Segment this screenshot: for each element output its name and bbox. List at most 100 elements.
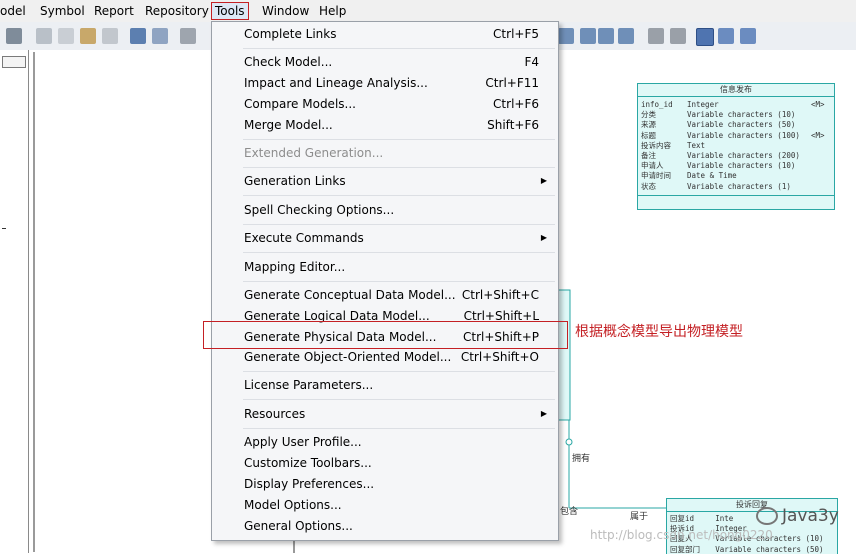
entity-row: 申请人 Variable characters (10) <box>638 161 834 171</box>
attr-type: Variable characters (200) <box>687 150 800 160</box>
menu-item-extended-generation: Extended Generation... <box>212 143 556 163</box>
menu-item-shortcut: Ctrl+F5 <box>493 27 539 41</box>
attr-key <box>811 161 831 171</box>
attr-type: Variable characters (1) <box>687 181 791 191</box>
attr-key: <M> <box>811 100 825 109</box>
menu-item-label: Generate Object-Oriented Model... <box>244 350 452 364</box>
menu-item-merge-model[interactable]: Merge Model... Shift+F6 <box>212 115 556 135</box>
menu-item-model-options[interactable]: Model Options... <box>212 495 556 515</box>
menu-item-check-model[interactable]: Check Model... F4 <box>212 52 556 72</box>
menu-item-shortcut: Shift+F6 <box>487 118 539 132</box>
menu-item-customize-toolbars[interactable]: Customize Toolbars... <box>212 453 556 473</box>
menu-item-license-parameters[interactable]: License Parameters... <box>212 375 556 395</box>
menu-item-label: Impact and Lineage Analysis... <box>244 76 428 90</box>
menu-item-display-preferences[interactable]: Display Preferences... <box>212 474 556 494</box>
attr-type: Variable characters (100) <box>687 130 800 140</box>
attr-type: Variable characters (10) <box>687 110 796 120</box>
watermark-url: http://blog.csdn.net/hong0220 <box>590 528 773 542</box>
attr-name: 状态 <box>641 181 656 191</box>
attr-key <box>811 182 831 192</box>
attr-key <box>811 120 831 130</box>
menu-separator <box>243 371 555 372</box>
menu-item-label: General Options... <box>244 519 353 533</box>
attr-name: info_id <box>641 100 673 109</box>
menu-item-apply-user-profile[interactable]: Apply User Profile... <box>212 432 556 452</box>
attr-type: Variable characters (50) <box>687 120 796 130</box>
menu-item-spell-checking[interactable]: Spell Checking Options... <box>212 200 556 220</box>
menu-item-resources[interactable]: Resources ▶ <box>212 404 556 424</box>
attr-type: Variable characters (50) <box>715 544 824 554</box>
menu-item-label: Mapping Editor... <box>244 260 346 274</box>
menu-separator <box>243 399 555 400</box>
attr-type: Variable characters (10) <box>687 161 796 171</box>
menu-separator <box>243 195 555 196</box>
attr-name: 投诉内容 <box>641 140 671 150</box>
menu-item-generation-links[interactable]: Generation Links ▶ <box>212 171 556 191</box>
attr-name: 回复部门 <box>670 544 700 554</box>
attr-type: Date & Time <box>687 171 737 181</box>
menu-item-label: Generate Conceptual Data Model... <box>244 288 456 302</box>
attr-key <box>811 110 831 120</box>
entity-row: 回复部门 Variable characters (50) <box>667 545 837 555</box>
menu-item-shortcut: Ctrl+Shift+C <box>461 288 539 302</box>
menu-separator <box>243 167 555 168</box>
menu-item-shortcut: F4 <box>524 55 539 69</box>
menu-separator <box>243 252 555 253</box>
attr-name: 备注 <box>641 150 656 160</box>
attr-key <box>811 151 831 161</box>
menu-item-execute-commands[interactable]: Execute Commands ▶ <box>212 228 556 248</box>
submenu-arrow-icon: ▶ <box>540 409 547 418</box>
menu-item-label: Model Options... <box>244 498 342 512</box>
entity-row: 状态 Variable characters (1) <box>638 182 834 192</box>
relation-label-own: 拥有 <box>572 454 591 464</box>
menu-item-label: Complete Links <box>244 27 337 41</box>
menu-separator <box>243 224 555 225</box>
wechat-icon <box>756 507 778 525</box>
entity-body: info_id Integer <M> 分类 Variable characters … <box>638 97 834 192</box>
menu-item-generate-object-oriented[interactable]: Generate Object-Oriented Model... Ctrl+Sh… <box>212 347 556 367</box>
menu-separator <box>243 139 555 140</box>
entity-row: 分类 Variable characters (10) <box>638 110 834 120</box>
brand-watermark: Java3y <box>756 506 839 526</box>
menu-item-label: Display Preferences... <box>244 477 375 491</box>
menu-item-shortcut: Ctrl+F11 <box>485 76 539 90</box>
attr-name: 标题 <box>641 130 656 140</box>
menu-item-complete-links[interactable]: Complete Links Ctrl+F5 <box>212 24 556 44</box>
submenu-arrow-icon: ▶ <box>540 233 547 242</box>
entity-row: 备注 Variable characters (200) <box>638 151 834 161</box>
relation-label-belong: 属于 <box>630 512 649 522</box>
brand-text: Java3y <box>782 506 839 526</box>
attr-key: <M> <box>811 130 825 140</box>
menu-item-shortcut: Ctrl+Shift+O <box>460 350 539 364</box>
entity-title: 信息发布 <box>638 84 834 97</box>
attr-key <box>811 171 831 181</box>
attr-type: Integer <box>687 100 719 109</box>
menu-item-label: Extended Generation... <box>244 146 384 160</box>
menu-item-general-options[interactable]: General Options... <box>212 516 556 536</box>
entity-row: info_id Integer <M> <box>638 100 834 110</box>
highlight-box <box>203 321 568 349</box>
menu-item-label: Resources <box>244 407 306 421</box>
tools-dropdown-menu: Complete Links Ctrl+F5 Check Model... F4 I… <box>211 21 559 541</box>
menu-item-mapping-editor[interactable]: Mapping Editor... <box>212 257 556 277</box>
menu-separator <box>243 48 555 49</box>
entity-row: 标题 Variable characters (100) <M> <box>638 131 834 141</box>
menu-item-label: Merge Model... <box>244 118 333 132</box>
relation-label-contain: 包含 <box>560 507 579 517</box>
menu-item-impact-analysis[interactable]: Impact and Lineage Analysis... Ctrl+F11 <box>212 73 556 93</box>
annotation-text: 根据概念模型导出物理模型 <box>575 324 743 340</box>
menu-item-generate-conceptual[interactable]: Generate Conceptual Data Model... Ctrl+Sh… <box>212 285 556 305</box>
menu-item-label: License Parameters... <box>244 378 374 392</box>
relation-node <box>565 438 573 446</box>
menu-item-label: Apply User Profile... <box>244 435 362 449</box>
attr-key <box>811 141 831 151</box>
menu-item-label: Compare Models... <box>244 97 356 111</box>
entity-row: 申请时间 Date & Time <box>638 171 834 181</box>
entity-row: 来源 Variable characters (50) <box>638 120 834 130</box>
attr-name: 申请时间 <box>641 171 671 181</box>
entity-info-publish[interactable]: 信息发布 info_id Integer <M> 分类 Variable charac… <box>637 83 835 210</box>
menu-item-compare-models[interactable]: Compare Models... Ctrl+F6 <box>212 94 556 114</box>
menu-item-label: Generation Links <box>244 174 346 188</box>
menu-item-label: Check Model... <box>244 55 333 69</box>
attr-name: 申请人 <box>641 161 664 171</box>
